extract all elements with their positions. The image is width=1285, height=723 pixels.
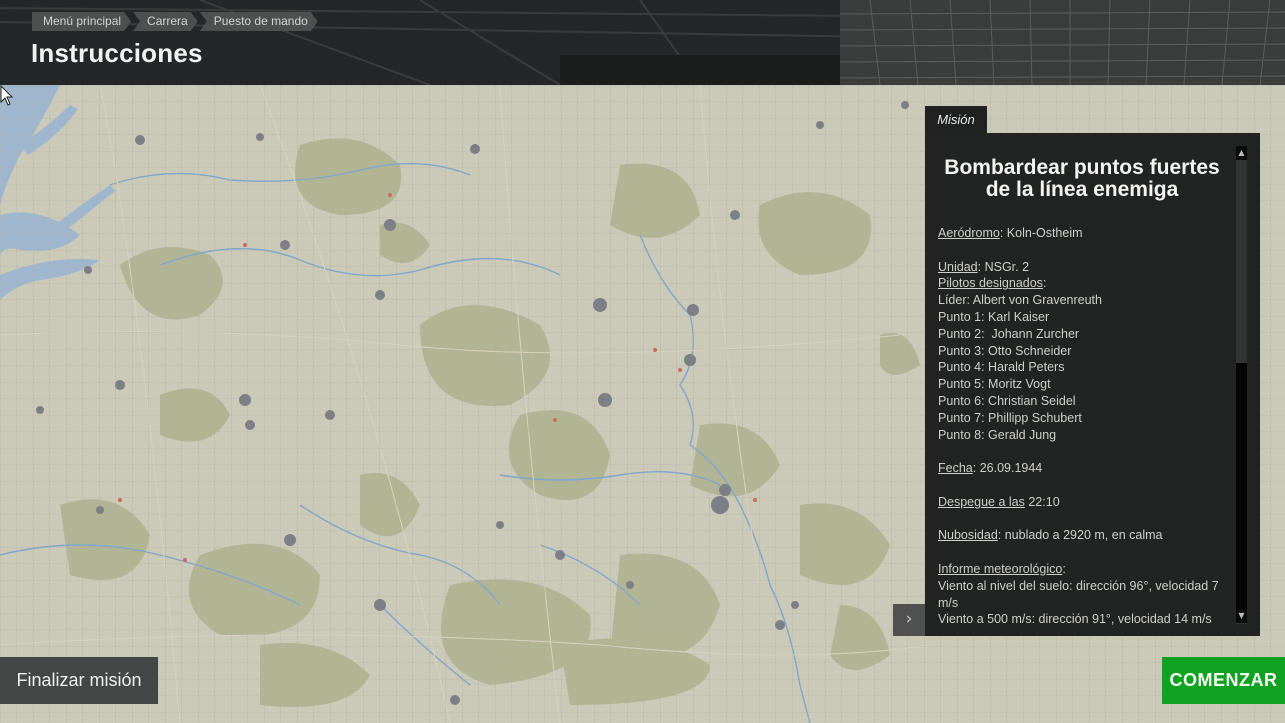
unit-value: NSGr. 2 <box>984 259 1030 274</box>
mission-title: Bombardear puntos fuertes de la línea en… <box>944 156 1220 201</box>
airfield-label: Aeródromo <box>938 226 1000 240</box>
briefing-text: Aeródromo: Koln-Ostheim Unidad: NSGr. 2 … <box>938 225 1226 625</box>
weather-label: Informe meteorológico <box>938 561 1063 576</box>
date-label: Fecha <box>938 461 973 476</box>
date-value: 26.09.1944 <box>979 461 1043 476</box>
pilot-item: Punto 4: Harald Peters <box>938 360 1065 375</box>
takeoff-line: Despegue a las 22:10 <box>938 494 1226 511</box>
pilots-line: Pilotos designados: <box>938 276 1047 291</box>
expand-panel-button[interactable]: › <box>893 604 925 636</box>
pilot-item: Punto 5: Moritz Vogt <box>938 377 1051 392</box>
clouds-line: Nubosidad: nublado a 2920 m, en calma <box>938 528 1163 543</box>
pilot-item: Punto 2: Johann Zurcher <box>938 326 1080 341</box>
page-title: Instrucciones <box>31 38 203 68</box>
pilot-item: Punto 6: Christian Seidel <box>938 393 1076 408</box>
takeoff-label: Despegue a las <box>938 494 1025 509</box>
pilots-label: Pilotos designados <box>938 276 1043 291</box>
clouds-value: nublado a 2920 m, en calma <box>1004 528 1163 543</box>
clouds-label: Nubosidad <box>938 528 998 543</box>
breadcrumb-career[interactable]: Carrera <box>133 12 198 31</box>
breadcrumb: Menú principal Carrera Puesto de mando <box>32 12 320 31</box>
pilot-item: Punto 7: Phillipp Schubert <box>938 410 1082 425</box>
weather-line: Informe meteorológico: <box>938 561 1066 576</box>
weather-item: Viento al nivel del suelo: dirección 96°… <box>938 578 1219 610</box>
chevron-right-icon: › <box>905 609 913 629</box>
unit-label: Unidad <box>938 259 978 274</box>
pilot-item: Punto 3: Otto Schneider <box>938 343 1072 358</box>
weather-item: Viento a 500 m/s: dirección 91°, velocid… <box>938 612 1212 625</box>
start-button[interactable]: COMENZAR <box>1162 657 1285 704</box>
date-line: Fecha: 26.09.1944 <box>938 461 1043 476</box>
end-mission-button[interactable]: Finalizar misión <box>0 657 158 704</box>
scrollbar-thumb[interactable] <box>1236 363 1247 621</box>
scroll-up-icon[interactable]: ▲ <box>1236 146 1247 160</box>
pilot-item: Punto 8: Gerald Jung <box>938 427 1057 442</box>
header-bar: Menú principal Carrera Puesto de mando I… <box>0 0 1285 85</box>
scroll-down-icon[interactable]: ▼ <box>1236 609 1247 623</box>
takeoff-value: 22:10 <box>1028 494 1060 509</box>
airfield-value: Koln-Ostheim <box>1006 226 1083 240</box>
pilot-item: Líder: Albert von Gravenreuth <box>938 293 1102 308</box>
breadcrumb-command-post[interactable]: Puesto de mando <box>200 12 318 31</box>
mission-briefing: Bombardear puntos fuertes de la línea en… <box>938 133 1226 626</box>
mission-panel: Bombardear puntos fuertes de la línea en… <box>925 133 1260 636</box>
breadcrumb-main-menu[interactable]: Menú principal <box>32 12 131 31</box>
unit-line: Unidad: NSGr. 2 <box>938 259 1030 274</box>
pilot-item: Punto 1: Karl Kaiser <box>938 309 1050 324</box>
airfield-line: Aeródromo: Koln-Ostheim <box>938 226 1083 240</box>
mouse-cursor-icon <box>0 85 14 106</box>
tab-mission[interactable]: Misión <box>925 106 987 133</box>
